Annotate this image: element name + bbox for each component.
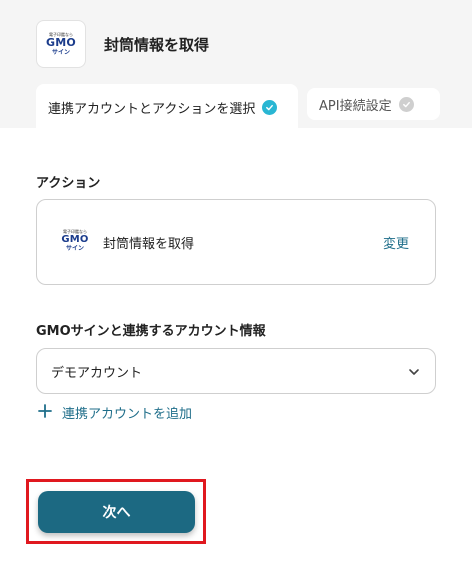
action-card: 電子印鑑なら GMO サイン 封筒情報を取得 変更 (36, 199, 436, 285)
logo-brand: GMO (46, 36, 76, 49)
check-circle-icon (262, 99, 278, 115)
logo-brand: GMO (61, 234, 89, 245)
account-select[interactable]: デモアカウント (36, 348, 436, 394)
tab-label: 連携アカウントとアクションを選択 (48, 101, 256, 117)
chevron-down-icon (407, 365, 421, 383)
highlight-box: 次へ (26, 479, 206, 544)
tab-api-settings[interactable]: API接続設定 (307, 88, 440, 120)
tab-label: API接続設定 (319, 98, 392, 114)
plus-icon (38, 403, 52, 422)
logo-product: サイン (65, 245, 84, 252)
logo-product: サイン (51, 49, 70, 56)
account-section-label: GMOサインと連携するアカウント情報 (36, 324, 266, 339)
add-account-link[interactable]: 連携アカウントを追加 (38, 403, 192, 422)
action-title: 封筒情報を取得 (103, 237, 195, 252)
action-section-label: アクション (36, 176, 101, 191)
next-button[interactable]: 次へ (38, 491, 195, 533)
account-select-value: デモアカウント (51, 365, 143, 381)
page-title: 封筒情報を取得 (104, 36, 210, 54)
tab-account-action[interactable]: 連携アカウントとアクションを選択 (36, 84, 298, 130)
check-circle-icon (398, 96, 414, 112)
gmo-sign-logo: 電子印鑑なら GMO サイン (57, 229, 93, 252)
gmo-sign-logo: 電子印鑑なら GMO サイン (36, 20, 86, 68)
add-account-label: 連携アカウントを追加 (62, 407, 193, 422)
change-action-link[interactable]: 変更 (383, 233, 409, 252)
